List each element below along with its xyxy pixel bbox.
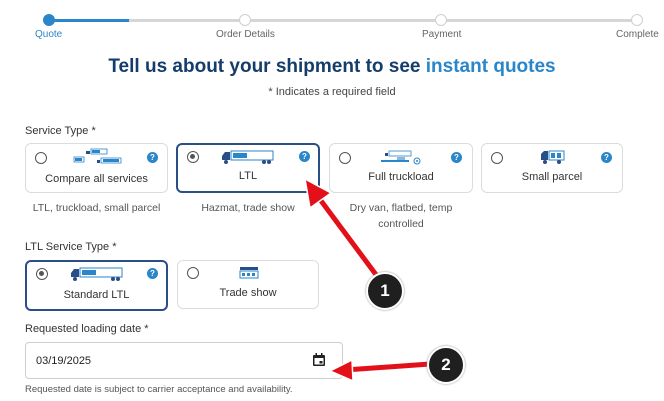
annotation-arrow-2 [328,358,434,383]
annotation-badge-2: 2 [427,346,465,384]
annotation-arrow-1 [303,177,381,280]
annotation-badge-1: 1 [366,272,404,310]
annotation-arrows [303,177,434,383]
